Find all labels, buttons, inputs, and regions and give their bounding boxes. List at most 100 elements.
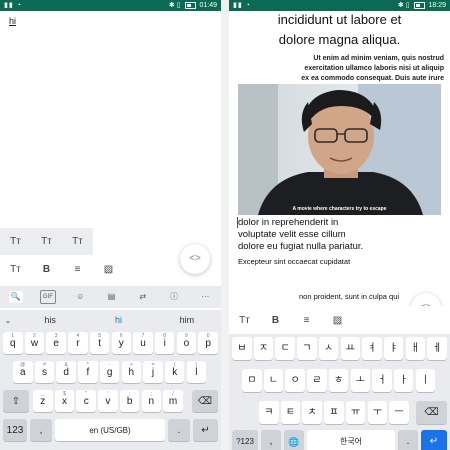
key-z[interactable]: _ z <box>33 390 53 412</box>
hangul-key[interactable]: ㅜ <box>367 401 388 424</box>
period-key[interactable]: . <box>398 430 418 450</box>
hangul-key[interactable]: ㄹ <box>307 369 327 392</box>
text-size-icon[interactable]: Tт <box>229 315 260 326</box>
key-hint: ; <box>150 391 152 397</box>
hangul-key[interactable]: ㅅ <box>318 337 339 360</box>
hangul-key[interactable]: ㅗ <box>350 369 371 392</box>
period-key[interactable]: . <box>168 419 190 441</box>
text-size-icon[interactable]: Tт <box>0 264 31 275</box>
symbols-key[interactable]: ?123 <box>232 430 258 450</box>
hangul-key[interactable]: ㅌ <box>280 401 301 424</box>
hangul-key[interactable]: ㅓ <box>372 369 392 392</box>
suggestion-item[interactable]: him <box>153 315 221 325</box>
key-l[interactable]: ) l <box>186 361 207 383</box>
key-h[interactable]: + h <box>121 361 142 383</box>
hangul-key[interactable]: ㅇ <box>285 369 305 392</box>
bold-icon[interactable]: B <box>260 315 291 326</box>
hangul-key[interactable]: ㅁ <box>242 369 262 392</box>
bold-icon[interactable]: B <box>31 264 62 275</box>
status-time: 18:29 <box>428 2 446 9</box>
hangul-key[interactable]: ㅈ <box>253 337 274 360</box>
key-m[interactable]: / m <box>163 390 183 412</box>
hangul-key[interactable]: ㅐ <box>405 337 426 360</box>
key-label: c <box>83 396 89 407</box>
search-icon[interactable]: 🔍 <box>8 291 23 303</box>
image-icon[interactable]: ▨ <box>93 264 124 275</box>
clipboard-icon[interactable]: ▤ <box>104 291 118 303</box>
numbers-key[interactable]: 123 <box>3 419 27 441</box>
key-g[interactable]: -g <box>99 361 120 383</box>
hangul-key[interactable]: ㅕ <box>362 337 382 360</box>
hangul-key[interactable]: ㅛ <box>340 337 361 360</box>
more-icon[interactable]: ··· <box>198 291 212 303</box>
align-icon[interactable]: ≡ <box>62 264 93 275</box>
hangul-key[interactable]: ㅍ <box>324 401 344 424</box>
hangul-key[interactable]: ㅎ <box>328 369 349 392</box>
key-d[interactable]: & d <box>56 361 76 383</box>
code-toggle-button[interactable]: <> <box>180 244 210 274</box>
key-row: 1q2w3e4r5t6y7u8i9o0p <box>0 330 221 356</box>
hangul-key[interactable]: ㅣ <box>415 369 436 392</box>
key-r[interactable]: 4r <box>68 332 88 354</box>
space-key[interactable]: en (US/GB) <box>55 419 165 441</box>
backspace-key[interactable]: ⌫ <box>416 401 447 424</box>
key-k[interactable]: (k <box>164 361 185 383</box>
key-v[interactable]: ' v <box>98 390 118 412</box>
hangul-key[interactable]: ㄴ <box>263 369 284 392</box>
hangul-key[interactable]: ㄷ <box>275 337 295 360</box>
enter-key[interactable]: ↵ <box>421 430 447 450</box>
key-s[interactable]: # s <box>34 361 55 383</box>
collapse-icon[interactable]: ⌄ <box>0 316 16 325</box>
hangul-key[interactable]: ㅏ <box>393 369 414 392</box>
key-q[interactable]: 1q <box>3 332 23 354</box>
battery-icon <box>413 1 425 9</box>
key-i[interactable]: 8i <box>154 332 175 354</box>
text-size-medium-icon[interactable]: Tт <box>31 236 62 247</box>
key-n[interactable]: ; n <box>141 390 162 412</box>
hangul-key[interactable]: ㄱ <box>297 337 317 360</box>
inline-photo[interactable]: A movie where characters try to escape <box>238 84 441 215</box>
key-b[interactable]: :b <box>119 390 140 412</box>
key-p[interactable]: 0p <box>198 332 218 354</box>
text-size-large-icon[interactable]: Tт <box>62 236 93 247</box>
keyboard-toolbar: 🔍 GIF ☺ ▤ ⇄ ⓘ ··· <box>0 286 221 308</box>
hangul-key[interactable]: ㅊ <box>302 401 322 424</box>
key-c[interactable]: " c <box>76 390 96 412</box>
gif-icon[interactable]: GIF <box>39 290 56 304</box>
key-hint: & <box>64 362 68 368</box>
hangul-key[interactable]: ㅑ <box>383 337 404 360</box>
key-x[interactable]: $ x <box>54 390 75 412</box>
hangul-key[interactable]: ㅔ <box>427 337 447 360</box>
text-size-small-icon[interactable]: Tт <box>0 236 31 247</box>
key-t[interactable]: 5t <box>89 332 110 354</box>
key-y[interactable]: 6y <box>111 332 132 354</box>
sticker-icon[interactable]: ☺ <box>73 291 87 303</box>
hangul-key[interactable]: ㅡ <box>389 401 409 424</box>
hangul-key[interactable]: ㅠ <box>345 401 366 424</box>
shift-key[interactable]: ⇧ <box>3 390 29 412</box>
key-w[interactable]: 2w <box>24 332 45 354</box>
space-key[interactable]: 한국어 <box>307 430 395 450</box>
key-j[interactable]: = j <box>143 361 163 383</box>
suggestion-item[interactable]: his <box>16 315 84 325</box>
key-f[interactable]: * f <box>78 361 98 383</box>
backspace-key[interactable]: ⌫ <box>192 390 218 412</box>
globe-icon[interactable]: 🌐 <box>284 430 304 450</box>
key-o[interactable]: 9o <box>176 332 197 354</box>
image-icon[interactable]: ▨ <box>322 315 353 326</box>
key-e[interactable]: 3e <box>46 332 66 354</box>
hangul-key[interactable]: ㅋ <box>259 401 279 424</box>
enter-key[interactable]: ↵ <box>193 419 218 441</box>
align-icon[interactable]: ≡ <box>291 315 322 326</box>
key-label: x <box>61 396 67 407</box>
status-time: 01:49 <box>199 2 217 9</box>
hangul-key[interactable]: ㅂ <box>232 337 252 360</box>
translate-icon[interactable]: ⇄ <box>136 291 150 303</box>
editor-text[interactable]: hi <box>9 16 16 26</box>
suggestion-item-selected[interactable]: hi <box>84 315 152 325</box>
key-u[interactable]: 7u <box>133 332 153 354</box>
key-a[interactable]: @ a <box>13 361 33 383</box>
comma-key[interactable]: , <box>261 430 281 450</box>
info-icon[interactable]: ⓘ <box>167 291 181 303</box>
comma-key[interactable]: , <box>30 419 52 441</box>
